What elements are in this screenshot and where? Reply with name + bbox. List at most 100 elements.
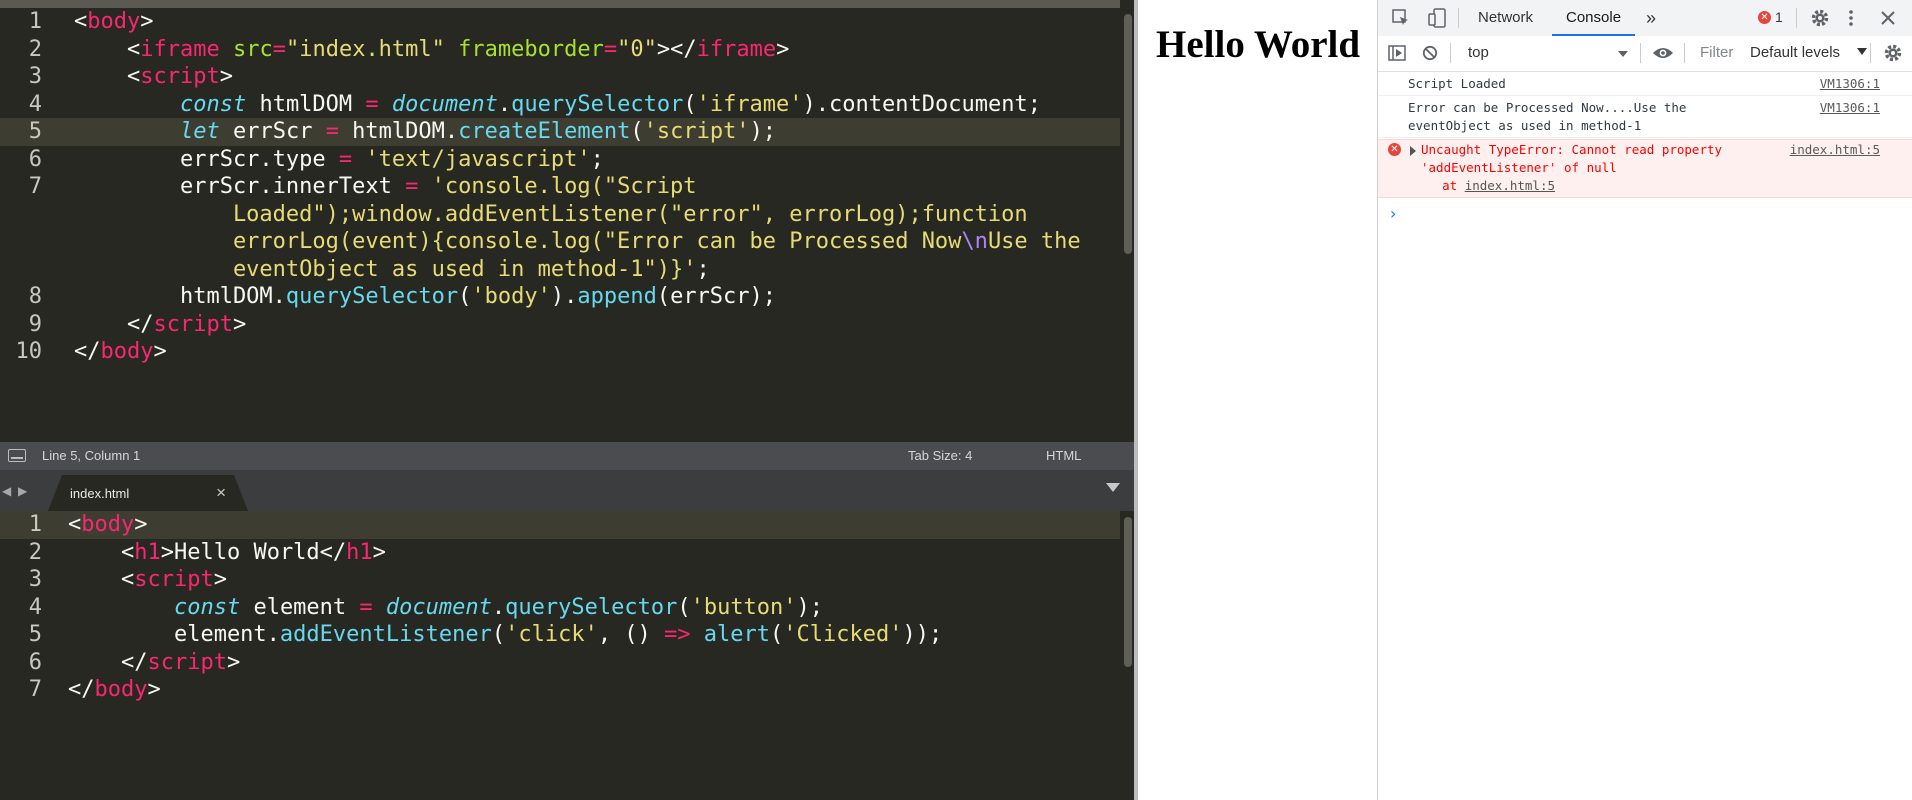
error-source-link[interactable]: index.html:5: [1790, 141, 1880, 159]
levels-chevron-down-icon[interactable]: [1857, 48, 1867, 55]
code-line[interactable]: 3 <script>: [0, 566, 1120, 594]
device-toolbar-icon[interactable]: [1428, 8, 1448, 28]
line-source: <body>: [74, 9, 154, 34]
tab-network[interactable]: Network: [1478, 0, 1533, 36]
message-text: Error can be Processed Now....Use the ev…: [1408, 100, 1687, 133]
code-line[interactable]: 3 <script>: [0, 63, 1120, 91]
tab-menu-chevron-down-icon[interactable]: [1106, 483, 1120, 492]
code-line[interactable]: 7 errScr.innerText = 'console.log("Scrip…: [0, 173, 1120, 201]
line-source: <iframe src="index.html" frameborder="0"…: [74, 36, 790, 62]
line-source: </script>: [68, 649, 241, 675]
editor-pane-top[interactable]: 1 <body> 2 <iframe src="index.html" frameb…: [0, 0, 1134, 442]
separator: [1450, 43, 1451, 63]
devtools-panel: Network Console » ✕ 1 top Filter Default…: [1378, 0, 1912, 800]
error-badge-icon[interactable]: ✕: [1758, 11, 1771, 24]
show-sidebar-icon[interactable]: [1388, 45, 1406, 61]
code-line[interactable]: 1 <body>: [0, 8, 1120, 36]
code-line[interactable]: 2 <h1>Hello World</h1>: [0, 539, 1120, 567]
error-text: Uncaught TypeError: Cannot read property…: [1421, 142, 1723, 175]
editor-pane-bottom[interactable]: 1 <body> 2 <h1>Hello World</h1> 3 <script> 4…: [0, 511, 1134, 800]
code-line[interactable]: 9 </script>: [0, 311, 1120, 339]
code-line[interactable]: 2 <iframe src="index.html" frameborder="…: [0, 36, 1120, 64]
expand-triangle-icon[interactable]: [1410, 146, 1416, 156]
message-source-link[interactable]: VM1306:1: [1820, 75, 1880, 93]
code-area[interactable]: 1 <body> 2 <iframe src="index.html" frameb…: [0, 8, 1120, 366]
line-number: 6: [28, 649, 42, 675]
status-bar: Line 5, Column 1 Tab Size: 4 HTML: [0, 442, 1134, 470]
line-number: 3: [28, 64, 42, 89]
gear-icon[interactable]: [1810, 8, 1830, 28]
hidden-tab-strip: [0, 0, 1120, 8]
clear-console-icon[interactable]: [1422, 45, 1438, 61]
more-options-icon[interactable]: [1848, 8, 1854, 28]
more-tabs-icon[interactable]: »: [1646, 0, 1656, 36]
message-text: Script Loaded: [1408, 76, 1506, 91]
code-line[interactable]: 4 const element = document.querySelector…: [0, 594, 1120, 622]
code-line-wrap[interactable]: errorLog(event){console.log("Error can b…: [0, 228, 1120, 256]
code-area[interactable]: 1 <body> 2 <h1>Hello World</h1> 3 <script> 4…: [0, 511, 1120, 704]
line-number: 4: [28, 91, 42, 117]
line-number: 1: [28, 9, 42, 34]
syntax-setting[interactable]: HTML: [1046, 442, 1081, 470]
tab-nav-left-icon[interactable]: ◀: [2, 484, 11, 498]
code-line[interactable]: 6 </script>: [0, 649, 1120, 677]
panel-toggle-icon[interactable]: [8, 449, 26, 462]
code-line[interactable]: 6 errScr.type = 'text/javascript';: [0, 146, 1120, 174]
line-number: 8: [28, 284, 42, 309]
close-icon[interactable]: [1880, 10, 1896, 26]
cursor-position: Line 5, Column 1: [42, 448, 141, 463]
line-number: 6: [28, 146, 42, 172]
inspect-element-icon[interactable]: [1392, 9, 1410, 27]
close-icon[interactable]: ×: [216, 483, 226, 503]
line-number: 9: [28, 311, 42, 337]
line-source: <h1>Hello World</h1>: [68, 539, 386, 565]
filter-input[interactable]: Filter: [1694, 41, 1738, 65]
line-number: 2: [28, 539, 42, 565]
code-line[interactable]: 5 let errScr = htmlDOM.createElement('sc…: [0, 118, 1120, 146]
page-viewport: Hello World: [1138, 0, 1378, 800]
stack-at-label: at: [1412, 178, 1465, 193]
error-count[interactable]: 1: [1775, 9, 1783, 25]
vertical-scrollbar[interactable]: [1124, 14, 1132, 254]
console-message: Script Loaded VM1306:1: [1378, 74, 1912, 96]
vertical-scrollbar[interactable]: [1124, 517, 1132, 667]
error-icon: ✕: [1388, 143, 1401, 156]
line-number: 2: [28, 36, 42, 62]
message-source-link[interactable]: VM1306:1: [1820, 99, 1880, 117]
code-line[interactable]: 4 const htmlDOM = document.querySelector…: [0, 91, 1120, 119]
code-line[interactable]: 7 </body>: [0, 676, 1120, 704]
line-number: 7: [28, 174, 42, 199]
log-levels-select[interactable]: Default levels: [1750, 44, 1840, 61]
code-line-wrap[interactable]: Loaded");window.addEventListener("error"…: [0, 201, 1120, 229]
line-source: <body>: [68, 512, 148, 537]
line-source: errorLog(event){console.log("Error can b…: [74, 229, 1081, 254]
code-line-wrap[interactable]: eventObject as used in method-1")}';: [0, 256, 1120, 284]
line-source: </body>: [74, 339, 167, 364]
tab-index-html[interactable]: index.html ×: [48, 475, 248, 511]
code-line[interactable]: 10 </body>: [0, 338, 1120, 366]
console-prompt-icon[interactable]: ›: [1390, 204, 1396, 223]
stack-frame-link[interactable]: index.html:5: [1465, 178, 1555, 193]
code-line[interactable]: 8 htmlDOM.querySelector('body').append(e…: [0, 283, 1120, 311]
line-source: </script>: [74, 311, 247, 337]
tab-console[interactable]: Console: [1551, 0, 1636, 36]
console-settings-gear-icon[interactable]: [1883, 43, 1903, 63]
page-heading: Hello World: [1156, 23, 1361, 66]
tab-size-setting[interactable]: Tab Size: 4: [908, 442, 972, 470]
separator: [1640, 43, 1641, 63]
code-line[interactable]: 5 element.addEventListener('click', () =…: [0, 621, 1120, 649]
separator: [1870, 43, 1871, 63]
context-select[interactable]: top: [1468, 44, 1489, 61]
line-source: <script>: [68, 567, 227, 592]
tab-bar: ◀ ▶ index.html ×: [0, 470, 1134, 511]
separator: [1796, 8, 1797, 28]
tab-nav-right-icon[interactable]: ▶: [18, 484, 27, 498]
tab-label: index.html: [70, 486, 130, 501]
console-toolbar: top Filter Default levels: [1378, 36, 1912, 72]
context-chevron-down-icon[interactable]: [1618, 51, 1628, 57]
line-number: 10: [15, 339, 43, 364]
line-number: 5: [28, 119, 42, 144]
live-expression-eye-icon[interactable]: [1652, 46, 1674, 60]
error-stack-frame: at index.html:5: [1412, 177, 1772, 195]
code-line[interactable]: 1 <body>: [0, 511, 1120, 539]
